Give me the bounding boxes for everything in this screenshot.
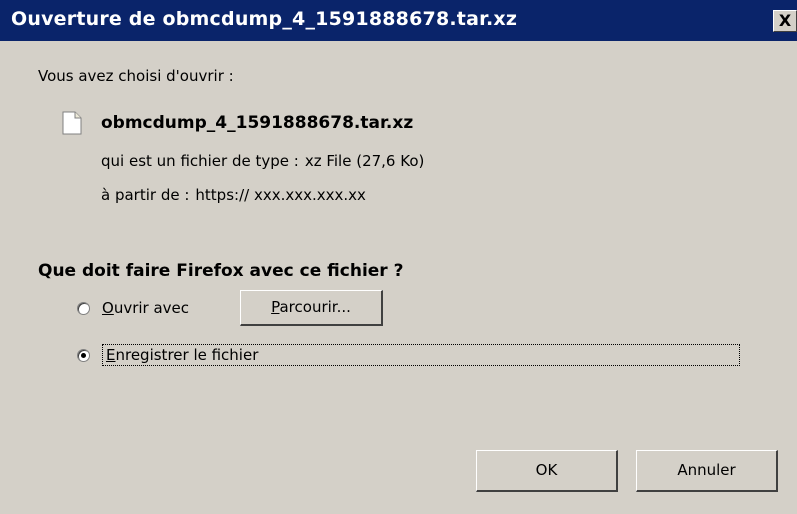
open-with-option[interactable]: Ouvrir avec (77, 299, 189, 317)
action-question: Que doit faire Firefox avec ce fichier ? (38, 261, 404, 281)
open-with-radio[interactable] (77, 301, 90, 315)
file-source-label: à partir de : (101, 186, 190, 204)
title-bar: Ouverture de obmcdump_4_1591888678.tar.x… (0, 0, 797, 41)
file-type-value: xz File (27,6 Ko) (304, 152, 425, 170)
browse-label: Parcourir... (271, 298, 351, 316)
file-name: obmcdump_4_1591888678.tar.xz (101, 113, 414, 133)
save-file-option[interactable]: Enregistrer le fichier (77, 344, 740, 366)
open-with-label: Ouvrir avec (102, 299, 190, 317)
save-file-label: Enregistrer le fichier (102, 344, 740, 366)
file-source-line: à partir de : https:// xxx.xxx.xxx.xx (101, 186, 366, 204)
file-source-value: https:// xxx.xxx.xxx.xx (195, 186, 366, 204)
save-file-radio[interactable] (77, 348, 90, 362)
file-type-line: qui est un fichier de type : xz File (27,… (101, 152, 424, 170)
file-type-label: qui est un fichier de type : (101, 152, 299, 170)
close-button[interactable]: X (773, 10, 797, 32)
browse-button[interactable]: Parcourir... (240, 290, 383, 326)
dialog-body: Vous avez choisi d'ouvrir : obmcdump_4_1… (0, 41, 797, 514)
window-title: Ouverture de obmcdump_4_1591888678.tar.x… (11, 8, 518, 30)
ok-button[interactable]: OK (476, 450, 618, 492)
intro-text: Vous avez choisi d'ouvrir : (38, 67, 234, 85)
close-icon: X (778, 11, 792, 30)
cancel-button[interactable]: Annuler (636, 450, 778, 492)
document-icon (62, 111, 82, 135)
